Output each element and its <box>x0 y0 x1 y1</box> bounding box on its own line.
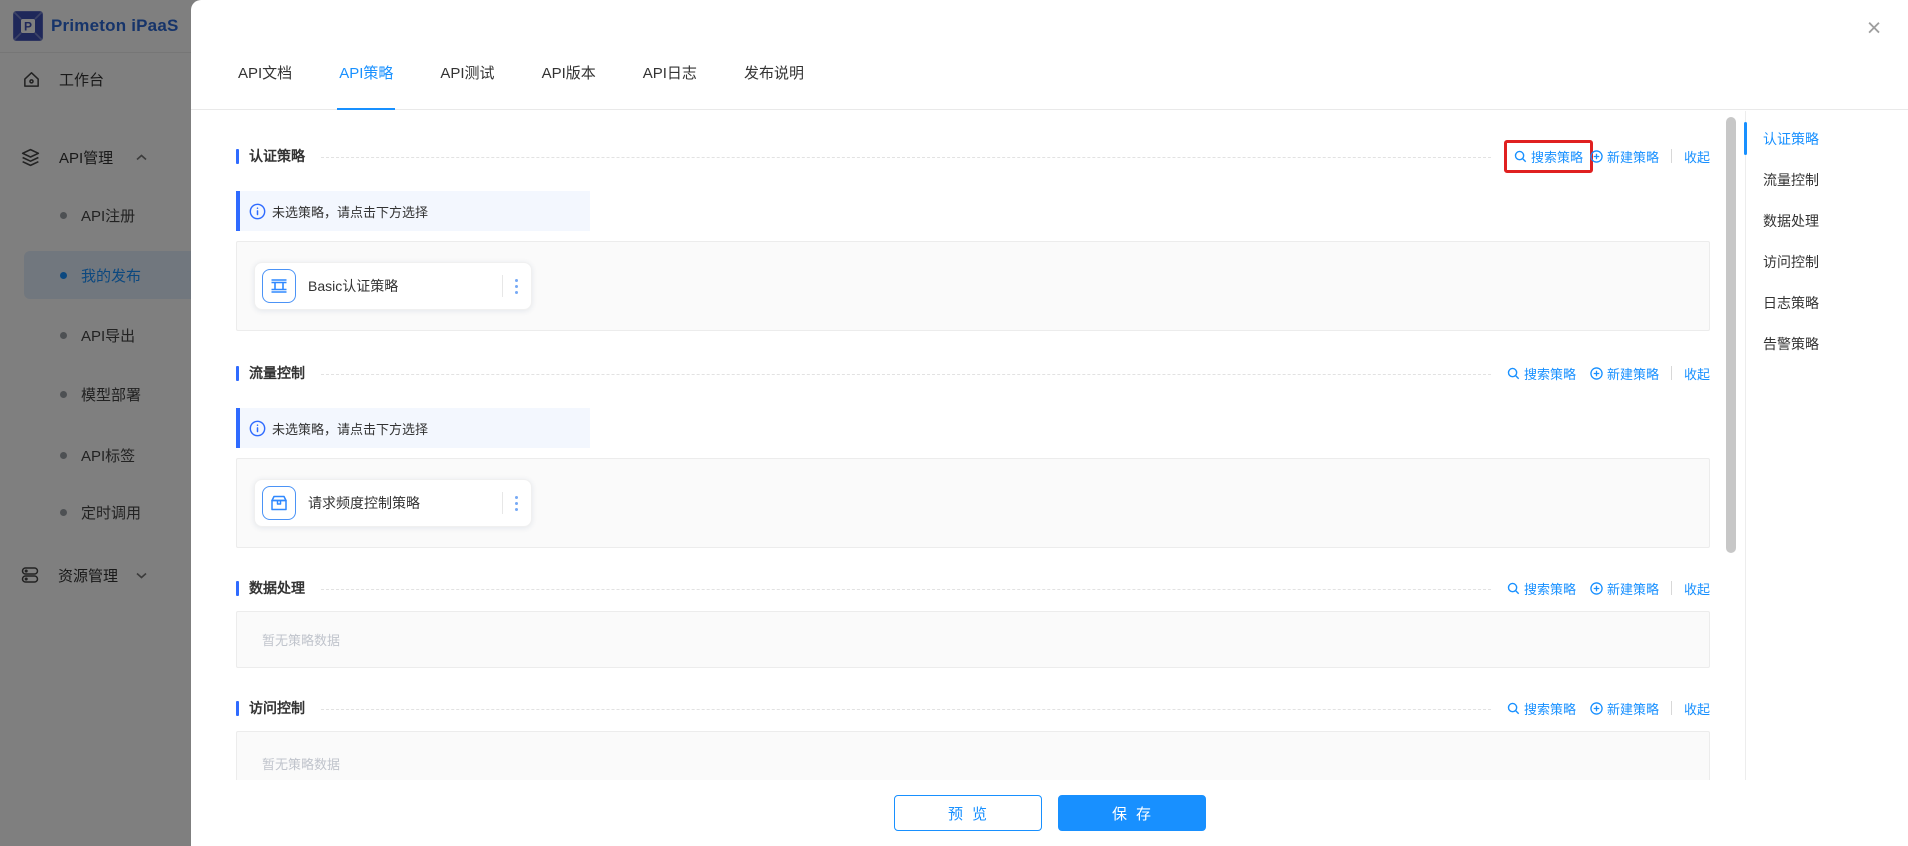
divider <box>502 492 503 514</box>
tab-api-policy[interactable]: API策略 <box>337 62 396 110</box>
section-header-auth: 认证策略 搜索策略 新建策略 收起 <box>236 139 1710 173</box>
create-policy-link[interactable]: 新建策略 <box>1590 699 1659 718</box>
divider <box>1670 366 1672 380</box>
section-title: 流量控制 <box>249 365 305 381</box>
section-bar <box>236 365 239 381</box>
info-icon <box>249 420 266 436</box>
empty-policy-placeholder: 暂无策略数据 <box>236 731 1710 780</box>
section-header-data: 数据处理 搜索策略 新建策略 收起 <box>236 578 1710 598</box>
policy-card-tray: 请求频度控制策略 <box>236 458 1710 548</box>
anchor-access-control[interactable]: 访问控制 <box>1746 241 1908 282</box>
policy-card-label: 请求频度控制策略 <box>308 495 420 511</box>
search-policy-link[interactable]: 搜索策略 <box>1507 364 1576 383</box>
plus-circle-icon <box>1590 149 1603 163</box>
policy-anchor-nav: 认证策略 流量控制 数据处理 访问控制 日志策略 告警策略 <box>1744 111 1908 780</box>
plus-circle-icon <box>1590 701 1603 715</box>
basic-auth-icon <box>262 269 296 303</box>
anchor-data-processing[interactable]: 数据处理 <box>1746 200 1908 241</box>
section-bar <box>236 580 239 596</box>
annotation-highlight-box: 搜索策略 <box>1503 139 1593 173</box>
tab-api-doc[interactable]: API文档 <box>236 62 294 110</box>
kebab-menu-icon[interactable] <box>512 276 521 297</box>
search-icon <box>1507 367 1520 379</box>
api-detail-drawer: API文档 API策略 API测试 API版本 API日志 发布说明 × 认证策… <box>191 0 1908 846</box>
search-policy-link[interactable]: 搜索策略 <box>1507 579 1576 598</box>
no-policy-banner: 未选策略，请点击下方选择 <box>236 191 590 231</box>
kebab-menu-icon[interactable] <box>512 493 521 514</box>
anchor-alert-policy[interactable]: 告警策略 <box>1746 323 1908 364</box>
plus-circle-icon <box>1590 581 1603 595</box>
section-bar <box>236 700 239 716</box>
section-header-access: 访问控制 搜索策略 新建策略 收起 <box>236 698 1710 718</box>
policy-card-label: Basic认证策略 <box>308 278 399 294</box>
policy-content: 认证策略 搜索策略 新建策略 收起 未选策略，请点击下方选择 Basic认证策略… <box>191 111 1908 780</box>
preview-button[interactable]: 预览 <box>893 795 1042 831</box>
divider <box>1670 701 1672 715</box>
save-button[interactable]: 保存 <box>1057 795 1206 831</box>
screen: P Primeton iPaaS 工作台 AP <box>0 0 1908 846</box>
anchor-log-policy[interactable]: 日志策略 <box>1746 282 1908 323</box>
policy-card-tray: Basic认证策略 <box>236 241 1710 331</box>
section-title: 访问控制 <box>249 700 305 716</box>
info-icon <box>249 203 266 219</box>
collapse-link[interactable]: 收起 <box>1684 579 1710 598</box>
dashed-leader <box>321 588 1491 590</box>
dashed-leader <box>321 373 1491 375</box>
close-icon[interactable]: × <box>1858 12 1890 44</box>
search-policy-link[interactable]: 搜索策略 <box>1507 699 1576 718</box>
create-policy-link[interactable]: 新建策略 <box>1590 147 1659 166</box>
policy-card-rate-limit[interactable]: 请求频度控制策略 <box>254 479 532 527</box>
search-icon <box>1507 582 1520 594</box>
tab-api-version[interactable]: API版本 <box>540 62 598 110</box>
search-icon <box>1507 702 1520 714</box>
collapse-link[interactable]: 收起 <box>1684 699 1710 718</box>
policy-main: 认证策略 搜索策略 新建策略 收起 未选策略，请点击下方选择 Basic认证策略… <box>236 111 1710 780</box>
search-icon <box>1514 150 1527 162</box>
tab-api-log[interactable]: API日志 <box>641 62 699 110</box>
dashed-leader <box>321 708 1491 710</box>
drawer-footer: 预览 保存 <box>191 780 1908 846</box>
collapse-link[interactable]: 收起 <box>1684 364 1710 383</box>
plus-circle-icon <box>1590 366 1603 380</box>
no-policy-banner: 未选策略，请点击下方选择 <box>236 408 590 448</box>
package-icon <box>262 486 296 520</box>
section-title: 认证策略 <box>249 148 305 164</box>
section-bar <box>236 148 239 164</box>
divider <box>1670 149 1672 163</box>
anchor-traffic-control[interactable]: 流量控制 <box>1746 159 1908 200</box>
create-policy-link[interactable]: 新建策略 <box>1590 364 1659 383</box>
api-tabbar: API文档 API策略 API测试 API版本 API日志 发布说明 × <box>191 0 1908 110</box>
divider <box>1670 581 1672 595</box>
dashed-leader <box>321 156 1491 158</box>
section-header-traffic: 流量控制 搜索策略 新建策略 收起 <box>236 363 1710 383</box>
section-title: 数据处理 <box>249 580 305 596</box>
tab-release-notes[interactable]: 发布说明 <box>742 62 806 110</box>
collapse-link[interactable]: 收起 <box>1684 147 1710 166</box>
divider <box>502 275 503 297</box>
scrollbar-thumb[interactable] <box>1726 117 1736 553</box>
tab-api-test[interactable]: API测试 <box>438 62 496 110</box>
anchor-auth-policy[interactable]: 认证策略 <box>1744 118 1908 159</box>
policy-card-basic-auth[interactable]: Basic认证策略 <box>254 262 532 310</box>
search-policy-link[interactable]: 搜索策略 <box>1514 147 1583 166</box>
create-policy-link[interactable]: 新建策略 <box>1590 579 1659 598</box>
empty-policy-placeholder: 暂无策略数据 <box>236 611 1710 668</box>
